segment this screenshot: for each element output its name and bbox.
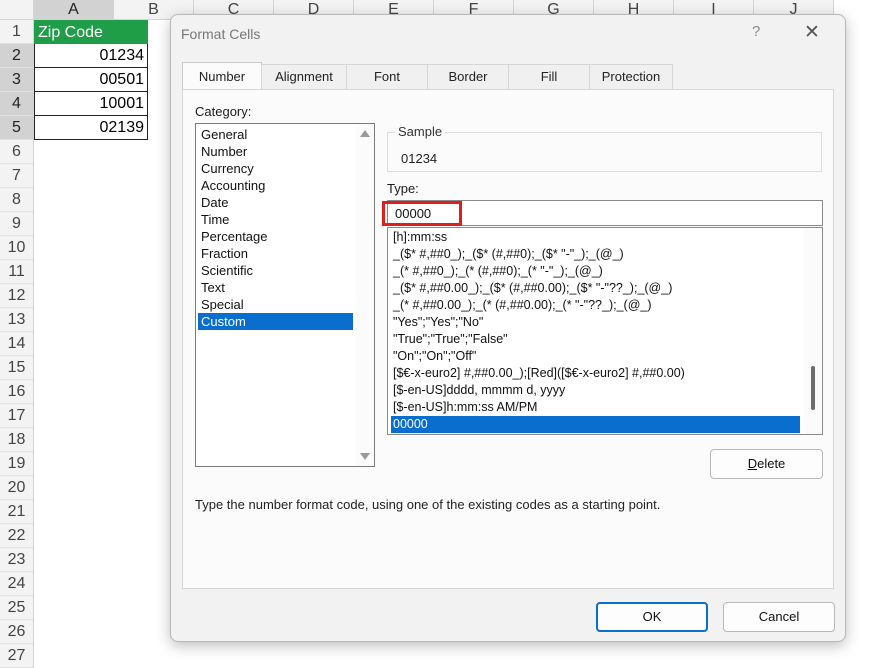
zip-code-cell[interactable]: 01234 xyxy=(34,44,148,68)
sample-value: 01234 xyxy=(401,151,438,166)
row-header[interactable]: 13 xyxy=(0,308,33,332)
tab-alignment[interactable]: Alignment xyxy=(261,64,347,89)
close-icon[interactable]: ✕ xyxy=(804,21,820,44)
format-code-item-selected[interactable]: 00000 xyxy=(391,416,800,433)
row-header[interactable]: 16 xyxy=(0,380,33,404)
delete-button[interactable]: Delete xyxy=(710,449,823,479)
column-a-cells: Zip Code 01234 00501 10001 02139 xyxy=(34,20,148,140)
row-header[interactable]: 11 xyxy=(0,260,33,284)
category-scrollbar[interactable] xyxy=(356,124,374,466)
row-header[interactable]: 3 xyxy=(0,68,33,92)
number-tab-panel: Category: General Number Currency Accoun… xyxy=(182,89,834,589)
row-header[interactable]: 22 xyxy=(0,524,33,548)
scroll-down-arrow-icon[interactable] xyxy=(360,453,370,460)
select-all-corner[interactable] xyxy=(0,0,34,20)
tab-bar: Number Alignment Font Border Fill Protec… xyxy=(182,62,673,89)
type-label: Type: xyxy=(387,181,419,196)
category-item-percentage[interactable]: Percentage xyxy=(198,228,353,245)
row-header[interactable]: 6 xyxy=(0,140,33,164)
category-item-date[interactable]: Date xyxy=(198,194,353,211)
scroll-up-arrow-icon[interactable] xyxy=(360,130,370,137)
ok-button[interactable]: OK xyxy=(596,602,708,632)
format-code-item[interactable]: "True";"True";"False" xyxy=(391,331,800,348)
row-header[interactable]: 25 xyxy=(0,596,33,620)
format-code-scrollbar[interactable] xyxy=(804,228,822,434)
zip-code-header-cell[interactable]: Zip Code xyxy=(34,20,148,44)
format-code-item[interactable]: [$€-x-euro2] #,##0.00_);[Red]([$€-x-euro… xyxy=(391,365,800,382)
row-header[interactable]: 18 xyxy=(0,428,33,452)
tab-font[interactable]: Font xyxy=(346,64,428,89)
scrollbar-thumb[interactable] xyxy=(811,366,815,410)
row-header[interactable]: 9 xyxy=(0,212,33,236)
tab-number[interactable]: Number xyxy=(182,62,262,89)
format-code-item[interactable]: _(* #,##0_);_(* (#,##0);_(* "-"_);_(@_) xyxy=(391,263,800,280)
row-header[interactable]: 19 xyxy=(0,452,33,476)
category-label: Category: xyxy=(195,104,252,119)
category-item-time[interactable]: Time xyxy=(198,211,353,228)
row-header[interactable]: 12 xyxy=(0,284,33,308)
row-header[interactable]: 21 xyxy=(0,500,33,524)
row-header[interactable]: 20 xyxy=(0,476,33,500)
row-header[interactable]: 15 xyxy=(0,356,33,380)
row-header[interactable]: 1 xyxy=(0,20,33,44)
row-header[interactable]: 8 xyxy=(0,188,33,212)
row-header[interactable]: 7 xyxy=(0,164,33,188)
row-header[interactable]: 17 xyxy=(0,404,33,428)
type-input-highlight xyxy=(382,201,462,226)
sample-group xyxy=(387,132,822,172)
sample-label: Sample xyxy=(395,124,446,139)
row-header[interactable]: 2 xyxy=(0,44,33,68)
tab-protection[interactable]: Protection xyxy=(589,64,673,89)
category-list: General Number Currency Accounting Date … xyxy=(195,123,375,467)
format-code-list: [h]:mm:ss _($* #,##0_);_($* (#,##0);_($*… xyxy=(387,227,823,435)
row-header[interactable]: 27 xyxy=(0,644,33,668)
format-hint-text: Type the number format code, using one o… xyxy=(195,497,661,512)
category-item-text[interactable]: Text xyxy=(198,279,353,296)
row-header[interactable]: 23 xyxy=(0,548,33,572)
format-code-item[interactable]: "On";"On";"Off" xyxy=(391,348,800,365)
zip-code-cell[interactable]: 10001 xyxy=(34,92,148,116)
help-icon[interactable]: ? xyxy=(752,23,760,40)
format-cells-dialog: Format Cells ? ✕ Number Alignment Font B… xyxy=(170,14,846,642)
row-header[interactable]: 5 xyxy=(0,116,33,140)
tab-fill[interactable]: Fill xyxy=(508,64,590,89)
delete-access-key: D xyxy=(747,456,758,471)
format-code-item[interactable]: _($* #,##0_);_($* (#,##0);_($* "-"_);_(@… xyxy=(391,246,800,263)
format-code-item[interactable]: "Yes";"Yes";"No" xyxy=(391,314,800,331)
cancel-button[interactable]: Cancel xyxy=(723,602,835,632)
dialog-title: Format Cells xyxy=(181,26,261,42)
row-headers: 1 2 3 4 5 6 7 8 9 10 11 12 13 14 15 16 1… xyxy=(0,20,34,668)
format-code-item[interactable]: [$-en-US]dddd, mmmm d, yyyy xyxy=(391,382,800,399)
category-item-number[interactable]: Number xyxy=(198,143,353,160)
tab-border[interactable]: Border xyxy=(427,64,509,89)
format-code-item[interactable]: [$-en-US]h:mm:ss AM/PM xyxy=(391,399,800,416)
zip-code-cell[interactable]: 00501 xyxy=(34,68,148,92)
format-code-item[interactable]: _($* #,##0.00_);_($* (#,##0.00);_($* "-"… xyxy=(391,280,800,297)
row-header[interactable]: 26 xyxy=(0,620,33,644)
category-item-fraction[interactable]: Fraction xyxy=(198,245,353,262)
row-header[interactable]: 24 xyxy=(0,572,33,596)
format-code-item[interactable]: _(* #,##0.00_);_(* (#,##0.00);_(* "-"??_… xyxy=(391,297,800,314)
category-item-general[interactable]: General xyxy=(198,126,353,143)
row-header[interactable]: 4 xyxy=(0,92,33,116)
zip-code-cell[interactable]: 02139 xyxy=(34,116,148,140)
category-item-currency[interactable]: Currency xyxy=(198,160,353,177)
column-header-a[interactable]: A xyxy=(34,0,114,20)
row-header[interactable]: 10 xyxy=(0,236,33,260)
delete-label: elete xyxy=(757,456,786,471)
format-code-item[interactable]: [h]:mm:ss xyxy=(391,229,800,246)
category-item-scientific[interactable]: Scientific xyxy=(198,262,353,279)
category-item-custom[interactable]: Custom xyxy=(198,313,353,330)
category-item-special[interactable]: Special xyxy=(198,296,353,313)
category-item-accounting[interactable]: Accounting xyxy=(198,177,353,194)
row-header[interactable]: 14 xyxy=(0,332,33,356)
